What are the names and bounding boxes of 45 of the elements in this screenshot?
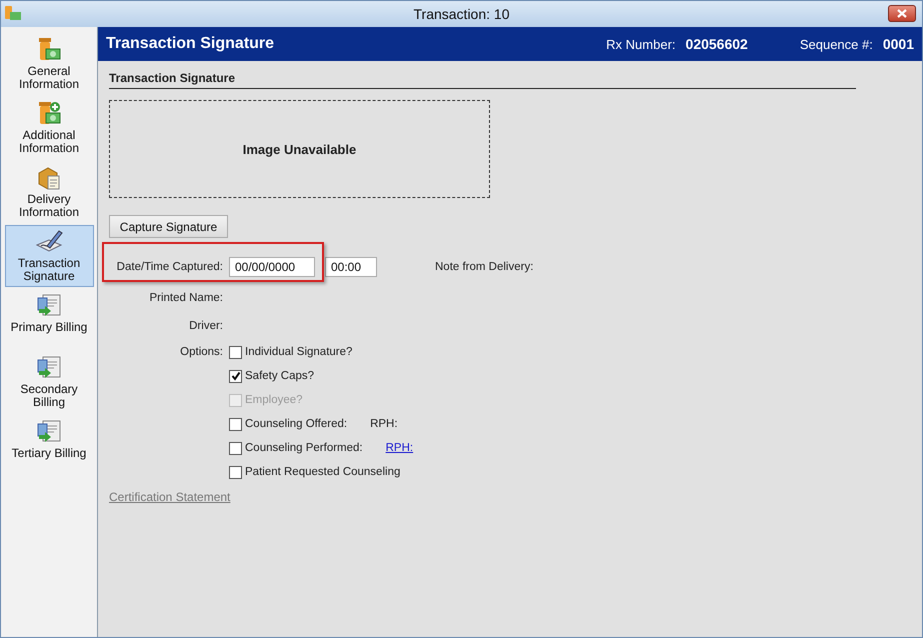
checkbox[interactable] [229,442,242,454]
options-label: Options: [180,346,223,358]
checkbox[interactable] [229,370,242,382]
signature-image-area: Image Unavailable [109,100,490,198]
checkbox[interactable] [229,466,242,478]
rph-link[interactable]: RPH: [386,442,414,454]
rph-label: RPH: [370,418,398,430]
app-icon [4,5,22,21]
checkbox[interactable] [229,346,242,358]
capture-signature-button[interactable]: Capture Signature [109,215,228,238]
billing-document-icon [36,419,62,445]
section-title: Transaction Signature [109,71,856,89]
note-from-delivery-label: Note from Delivery: [435,261,534,273]
sidebar-item[interactable]: Transaction Signature [4,225,94,287]
driver-label: Driver: [189,320,223,332]
bottle-money-icon [37,101,61,127]
sidebar-item[interactable]: Additional Information [4,97,94,159]
checkbox[interactable] [229,418,242,430]
page-title: Transaction Signature [106,35,276,53]
option-label: Counseling Offered: [245,418,348,430]
close-button[interactable] [888,5,916,22]
option-label: Counseling Performed: [245,442,363,454]
sidebar-item[interactable]: Secondary Billing [4,351,94,413]
billing-document-icon [36,355,62,381]
option-label: Individual Signature? [245,346,352,358]
sidebar-item[interactable]: Delivery Information [4,161,94,223]
option-label: Safety Caps? [245,370,314,382]
rx-number-value: 02056602 [686,36,748,52]
close-icon [897,9,907,18]
sequence-label: Sequence #: [800,36,873,52]
sidebar-item[interactable]: General Information [4,33,94,95]
printed-name-label: Printed Name: [149,292,223,304]
box-icon [37,165,61,191]
rx-number-label: Rx Number: [606,36,676,52]
billing-document-icon [36,293,62,319]
date-field[interactable]: 00/00/0000 [229,257,315,277]
bottle-money-icon [37,37,61,63]
option-label: Patient Requested Counseling [245,466,400,478]
sequence-value: 0001 [882,36,914,52]
option-label: Employee? [245,394,303,406]
window-title: Transaction: 10 [414,6,510,22]
sidebar-item[interactable]: Tertiary Billing [4,415,94,475]
time-field[interactable]: 00:00 [325,257,377,277]
date-time-label: Date/Time Captured: [116,261,223,273]
sidebar-item[interactable]: Primary Billing [4,289,94,349]
